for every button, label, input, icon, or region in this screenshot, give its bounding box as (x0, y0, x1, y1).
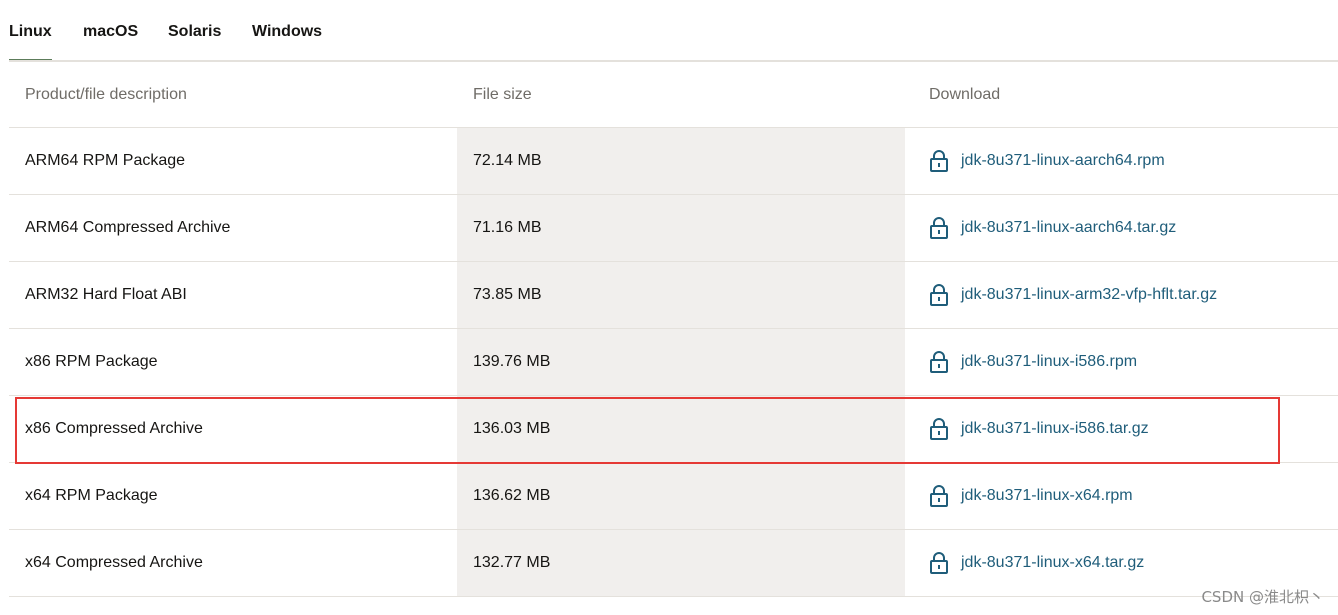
row-download: jdk-8u371-linux-aarch64.rpm (905, 128, 1338, 194)
row-file-size: 136.03 MB (457, 396, 905, 462)
row-download: jdk-8u371-linux-i586.tar.gz (905, 396, 1338, 462)
lock-icon (930, 552, 948, 574)
row-download: jdk-8u371-linux-arm32-vfp-hflt.tar.gz (905, 262, 1338, 328)
download-link[interactable]: jdk-8u371-linux-arm32-vfp-hflt.tar.gz (929, 284, 1217, 306)
lock-icon (930, 418, 948, 440)
download-link[interactable]: jdk-8u371-linux-i586.rpm (929, 351, 1137, 373)
os-tabs: Linux macOS Solaris Windows (0, 0, 1338, 62)
row-description: x86 Compressed Archive (25, 420, 203, 437)
row-file-size: 132.77 MB (457, 530, 905, 596)
download-filename: jdk-8u371-linux-aarch64.tar.gz (961, 219, 1177, 236)
row-description: ARM64 Compressed Archive (25, 219, 231, 236)
download-filename: jdk-8u371-linux-x64.rpm (961, 487, 1133, 504)
download-filename: jdk-8u371-linux-arm32-vfp-hflt.tar.gz (961, 286, 1218, 303)
lock-icon (930, 150, 948, 172)
download-filename: jdk-8u371-linux-i586.tar.gz (961, 420, 1149, 437)
row-file-size: 71.16 MB (457, 195, 905, 261)
watermark: CSDN @淮北枳丶 (1201, 588, 1324, 606)
tab-solaris[interactable]: Solaris (168, 22, 221, 62)
download-link[interactable]: jdk-8u371-linux-aarch64.rpm (929, 150, 1165, 172)
lock-icon (930, 485, 948, 507)
download-filename: jdk-8u371-linux-x64.tar.gz (961, 554, 1145, 571)
row-file-size: 73.85 MB (457, 262, 905, 328)
download-link[interactable]: jdk-8u371-linux-i586.tar.gz (929, 418, 1149, 440)
download-filename: jdk-8u371-linux-aarch64.rpm (961, 152, 1165, 169)
row-description: ARM32 Hard Float ABI (25, 286, 187, 303)
download-link[interactable]: jdk-8u371-linux-aarch64.tar.gz (929, 217, 1176, 239)
table-row: x64 Compressed Archive 132.77 MB jdk-8u3… (9, 530, 1338, 597)
row-description: ARM64 RPM Package (25, 152, 186, 169)
table-row: ARM32 Hard Float ABI 73.85 MB jdk-8u371-… (9, 262, 1338, 329)
table-row: x86 RPM Package 139.76 MB jdk-8u371-linu… (9, 329, 1338, 396)
row-download: jdk-8u371-linux-x64.rpm (905, 463, 1338, 529)
table-row: x86 Compressed Archive 136.03 MB jdk-8u3… (9, 396, 1338, 463)
tab-linux[interactable]: Linux (9, 22, 52, 62)
row-description: x86 RPM Package (25, 353, 158, 370)
downloads-table: Product/file description File size Downl… (9, 62, 1338, 597)
download-link[interactable]: jdk-8u371-linux-x64.rpm (929, 485, 1133, 507)
table-row: ARM64 RPM Package 72.14 MB jdk-8u371-lin… (9, 128, 1338, 195)
table-header-row: Product/file description File size Downl… (9, 62, 1338, 128)
header-download: Download (929, 85, 1001, 103)
tab-macos[interactable]: macOS (83, 22, 138, 62)
row-file-size: 139.76 MB (457, 329, 905, 395)
row-description: x64 Compressed Archive (25, 554, 203, 571)
download-filename: jdk-8u371-linux-i586.rpm (961, 353, 1138, 370)
tab-windows[interactable]: Windows (252, 22, 322, 62)
lock-icon (930, 217, 948, 239)
table-row: ARM64 Compressed Archive 71.16 MB jdk-8u… (9, 195, 1338, 262)
row-file-size: 136.62 MB (457, 463, 905, 529)
header-description: Product/file description (25, 85, 187, 103)
lock-icon (930, 351, 948, 373)
header-file-size: File size (473, 85, 532, 103)
row-description: x64 RPM Package (25, 487, 158, 504)
row-file-size: 72.14 MB (457, 128, 905, 194)
row-download: jdk-8u371-linux-aarch64.tar.gz (905, 195, 1338, 261)
row-download: jdk-8u371-linux-i586.rpm (905, 329, 1338, 395)
table-row: x64 RPM Package 136.62 MB jdk-8u371-linu… (9, 463, 1338, 530)
lock-icon (930, 284, 948, 306)
download-link[interactable]: jdk-8u371-linux-x64.tar.gz (929, 552, 1144, 574)
